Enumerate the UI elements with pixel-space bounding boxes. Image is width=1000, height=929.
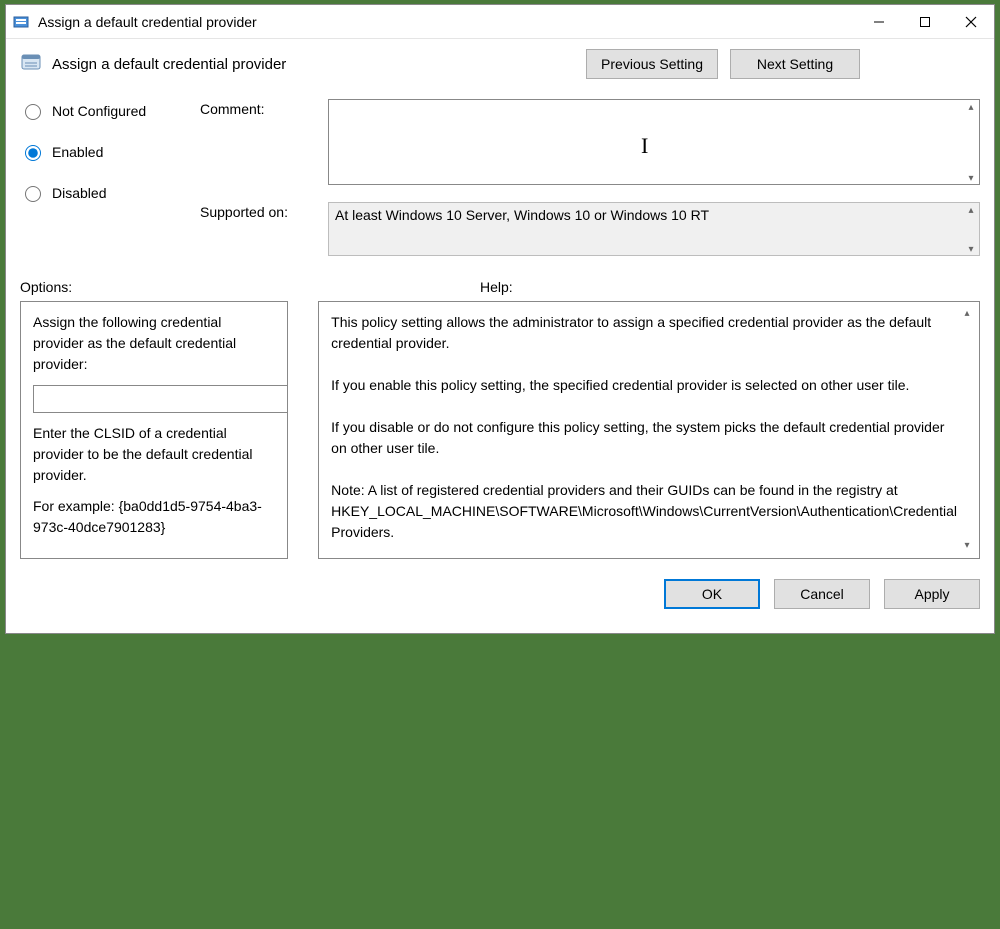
panel-labels-row: Options: Help: <box>20 279 980 295</box>
options-label: Options: <box>20 279 450 295</box>
previous-setting-button[interactable]: Previous Setting <box>586 49 718 79</box>
help-panel: This policy setting allows the administr… <box>318 301 980 559</box>
supported-label: Supported on: <box>200 202 320 220</box>
minimize-button[interactable] <box>856 5 902 38</box>
comment-wrap: ▴ ▾ I <box>328 99 980 188</box>
titlebar: Assign a default credential provider <box>6 5 994 39</box>
supported-on-text <box>328 202 980 256</box>
dialog-content: Assign a default credential provider Pre… <box>6 39 994 633</box>
maximize-button[interactable] <box>902 5 948 38</box>
options-intro-text: Assign the following credential provider… <box>33 312 275 375</box>
panels-row: Assign the following credential provider… <box>20 301 980 559</box>
radio-disabled[interactable]: Disabled <box>20 183 180 202</box>
radio-label-disabled[interactable]: Disabled <box>52 185 106 201</box>
comment-input[interactable] <box>328 99 980 185</box>
options-hint-text: Enter the CLSID of a credential provider… <box>33 423 275 486</box>
options-example-text: For example: {ba0dd1d5-9754-4ba3-973c-40… <box>33 496 275 538</box>
header-row: Assign a default credential provider Pre… <box>20 49 980 79</box>
comment-label: Comment: <box>200 99 320 117</box>
radio-not-configured[interactable]: Not Configured <box>20 101 180 120</box>
help-label: Help: <box>480 279 980 295</box>
window-controls <box>856 5 994 38</box>
ok-button[interactable]: OK <box>664 579 760 609</box>
policy-title: Assign a default credential provider <box>52 56 286 73</box>
radio-label-not-configured[interactable]: Not Configured <box>52 103 146 119</box>
close-button[interactable] <box>948 5 994 38</box>
help-wrap: This policy setting allows the administr… <box>318 301 980 559</box>
next-setting-button[interactable]: Next Setting <box>730 49 860 79</box>
clsid-input[interactable] <box>33 385 288 413</box>
config-row: Not Configured Enabled Disabled Comment:… <box>20 99 980 259</box>
state-radio-group: Not Configured Enabled Disabled <box>20 99 180 259</box>
radio-enabled[interactable]: Enabled <box>20 142 180 161</box>
fields-column: Comment: ▴ ▾ I Supported on: ▴ ▾ <box>200 99 980 259</box>
radio-label-enabled[interactable]: Enabled <box>52 144 103 160</box>
cancel-button[interactable]: Cancel <box>774 579 870 609</box>
dialog-footer: OK Cancel Apply <box>20 579 980 619</box>
supported-wrap: ▴ ▾ <box>328 202 980 259</box>
dialog-window: Assign a default credential provider <box>5 4 995 634</box>
window-title: Assign a default credential provider <box>38 14 856 30</box>
apply-button[interactable]: Apply <box>884 579 980 609</box>
app-icon <box>12 13 30 31</box>
policy-icon <box>20 53 42 75</box>
options-panel: Assign the following credential provider… <box>20 301 288 559</box>
